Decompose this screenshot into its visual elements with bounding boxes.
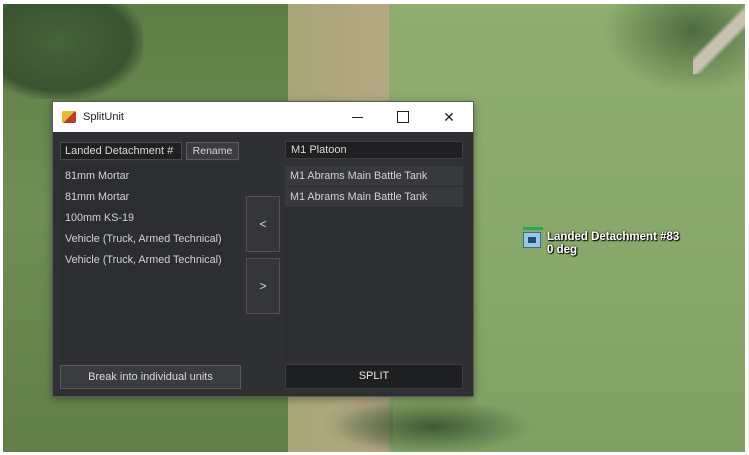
unit-heading-label: 0 deg: [547, 244, 578, 256]
move-to-left-button[interactable]: <: [246, 196, 280, 252]
list-item[interactable]: M1 Abrams Main Battle Tank: [285, 166, 463, 186]
list-item[interactable]: 81mm Mortar: [60, 166, 241, 187]
list-item[interactable]: M1 Abrams Main Battle Tank: [285, 187, 463, 207]
maximize-icon: [397, 111, 409, 123]
target-unit-name-input[interactable]: M1 Platoon: [285, 141, 463, 159]
unit-icon-wrap[interactable]: [522, 227, 544, 251]
target-unit-list[interactable]: M1 Abrams Main Battle Tank M1 Abrams Mai…: [285, 166, 463, 359]
maximize-button[interactable]: [380, 102, 426, 132]
split-unit-window: SplitUnit ✕ Landed Detachment # Rename M…: [52, 101, 474, 397]
split-button[interactable]: SPLIT: [285, 364, 463, 389]
map-road: [693, 4, 745, 74]
unit-strength-bar: [523, 227, 543, 230]
list-item[interactable]: Vehicle (Truck, Armed Technical): [60, 250, 241, 271]
window-title: SplitUnit: [83, 111, 124, 123]
list-item[interactable]: Vehicle (Truck, Armed Technical): [60, 229, 241, 250]
map-unit-marker[interactable]: Landed Detachment #83 0 deg: [522, 227, 679, 257]
app-icon: [62, 111, 76, 123]
unit-symbol-inner: [528, 237, 536, 243]
map-tree-cluster: [3, 4, 143, 99]
unit-name-label: Landed Detachment #83: [547, 231, 680, 243]
window-titlebar[interactable]: SplitUnit ✕: [53, 102, 473, 132]
map-tree-cluster: [333, 399, 533, 452]
close-button[interactable]: ✕: [426, 102, 472, 132]
close-icon: ✕: [443, 108, 455, 125]
break-into-individual-units-button[interactable]: Break into individual units: [60, 365, 241, 389]
list-item[interactable]: 81mm Mortar: [60, 187, 241, 208]
unit-labels: Landed Detachment #83 0 deg: [547, 231, 679, 257]
source-unit-name-input[interactable]: Landed Detachment #: [60, 142, 182, 160]
move-to-right-button[interactable]: >: [246, 258, 280, 314]
minimize-button[interactable]: [334, 102, 380, 132]
minimize-icon: [351, 116, 363, 118]
source-unit-list[interactable]: 81mm Mortar 81mm Mortar 100mm KS-19 Vehi…: [60, 166, 241, 359]
list-item[interactable]: 100mm KS-19: [60, 208, 241, 229]
unit-symbol-icon[interactable]: [523, 232, 541, 248]
rename-button[interactable]: Rename: [186, 142, 239, 160]
